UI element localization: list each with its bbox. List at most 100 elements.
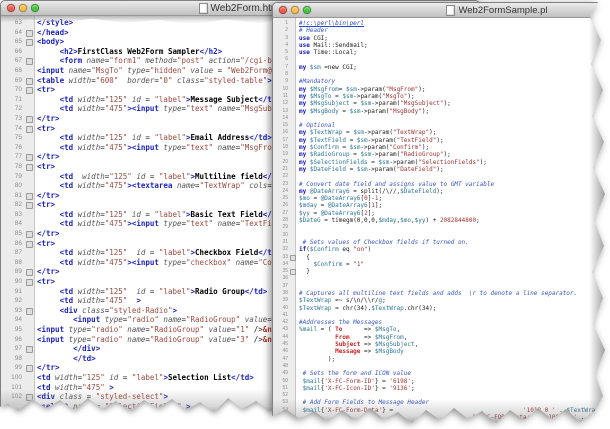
code-line[interactable]: 53 # Add Form Fields to Message Header (273, 399, 610, 406)
code-line[interactable]: 43%mail = ( To => $MsgTo, (273, 326, 610, 333)
minimize-button[interactable] (19, 4, 27, 12)
code-line[interactable]: 17my $TextField = $sm->param("TextField"… (273, 137, 610, 144)
code-line[interactable]: 15# Optional (273, 122, 610, 129)
code-line[interactable]: 44 From => $MsgFrom, (273, 334, 610, 341)
fold-marker-icon[interactable] (290, 268, 296, 275)
line-number: 13 (273, 108, 290, 115)
code-line[interactable]: 10my $MsgFrom= $sm->param("MsgFrom"); (273, 86, 610, 93)
code-line[interactable]: 45 Subject => $MsgSubject, (273, 341, 610, 348)
line-number: 66 (1, 47, 24, 57)
code-line[interactable]: 42#Addresses the Messages (273, 319, 610, 326)
code-line[interactable]: 21my $DateField = $sm->param("DateField"… (273, 166, 610, 173)
line-number: 81 (1, 191, 24, 201)
code-line[interactable]: 8 (273, 71, 610, 78)
fold-marker-icon[interactable] (24, 306, 34, 316)
code-line[interactable]: 46 Message => $MsgBody (273, 348, 610, 355)
fold-marker-icon[interactable] (24, 363, 34, 373)
fold-marker-icon[interactable] (24, 76, 34, 86)
code-line[interactable]: 27$yy = @DateArray6[2]; (273, 210, 610, 217)
minimize-button[interactable] (291, 6, 299, 14)
fold-spacer (290, 399, 296, 406)
right-code-editor[interactable]: 1#!c:\perl\bin\perl2# Header3use CGI;4us… (273, 17, 610, 428)
fold-marker-icon[interactable] (24, 85, 34, 95)
fold-marker-icon[interactable] (24, 344, 34, 354)
right-titlebar[interactable]: Web2FormSample.pl (273, 3, 610, 18)
close-button[interactable] (279, 6, 287, 14)
code-line[interactable]: 30 (273, 232, 610, 239)
code-line[interactable]: 13my $MsgBody = $sm->param("MsgBody"); (273, 108, 610, 115)
code-line[interactable]: 33 { (273, 254, 610, 261)
code-line[interactable]: 32if($Confirm eq "on") (273, 246, 610, 253)
code-line[interactable]: 23# Convert date field and assigns value… (273, 181, 610, 188)
code-line[interactable]: 48 (273, 363, 610, 370)
code-line[interactable]: 20my $SelectionFields = $sm->param("Sele… (273, 159, 610, 166)
code-line[interactable]: 25$mo = @DateArray6[0]-1; (273, 195, 610, 202)
code-line[interactable]: 39$TextWrap =~ s/\n/\\r/g; (273, 297, 610, 304)
fold-marker-icon[interactable] (24, 239, 34, 249)
code-text: <tr> (37, 162, 55, 172)
code-line[interactable]: 51 $mail{'X-FC-Icon-ID'} = '9136'; (273, 385, 610, 392)
code-line[interactable]: 54 $mail{'X-FC-Form-Data'} = '1012 0 ' .… (273, 407, 610, 414)
zoom-button[interactable] (303, 6, 311, 14)
code-line[interactable]: 14 (273, 115, 610, 122)
fold-marker-icon[interactable] (24, 200, 34, 210)
code-line[interactable]: 1#!c:\perl\bin\perl (273, 20, 610, 27)
code-line[interactable]: 35 } (273, 268, 610, 275)
code-line[interactable]: 37 (273, 283, 610, 290)
code-line[interactable]: 29 (273, 224, 610, 231)
fold-spacer (290, 108, 296, 115)
close-button[interactable] (7, 4, 15, 12)
fold-marker-icon[interactable] (290, 254, 296, 261)
line-number: 97 (1, 344, 24, 354)
fold-marker-icon[interactable] (24, 152, 34, 162)
fold-marker-icon[interactable] (24, 28, 34, 38)
line-number: 28 (273, 217, 290, 224)
line-number: 91 (1, 287, 24, 297)
code-line[interactable]: 26$mday = @DateArray6[1]; (273, 202, 610, 209)
code-line[interactable]: 18my $Confirm = $sm->param("Confirm"); (273, 144, 610, 151)
code-line[interactable]: 34 $Confirm = "1" (273, 261, 610, 268)
fold-spacer (290, 363, 296, 370)
code-line[interactable]: 24my @DateArray6 = split(/\//,$DateField… (273, 188, 610, 195)
code-line[interactable]: 16my $TextWrap = $sm->param("TextWrap"); (273, 129, 610, 136)
fold-marker-icon[interactable] (24, 267, 34, 277)
fold-marker-icon[interactable] (24, 56, 34, 66)
code-line[interactable]: 31 # Sets values of Checkbox fields if t… (273, 239, 610, 246)
code-line[interactable]: 11my $MsgTo = $sm->param("MsgTo"); (273, 93, 610, 100)
code-line[interactable]: 50 $mail{'X-FC-Form-ID'} = '6198'; (273, 378, 610, 385)
line-number: 83 (1, 210, 24, 220)
code-text: my @DateArray6 = split(/\//,$DateField); (299, 188, 444, 195)
code-line[interactable]: 6 (273, 56, 610, 63)
code-text: use Time::Local; (299, 49, 357, 56)
code-line[interactable]: 38# Captures all multiline text fields a… (273, 290, 610, 297)
code-line[interactable]: 4use Mail::Sendmail; (273, 42, 610, 49)
fold-marker-icon[interactable] (24, 162, 34, 172)
fold-spacer (24, 287, 34, 297)
code-line[interactable]: 47 ); (273, 356, 610, 363)
code-line[interactable]: 28$DateG = timegm(0,0,0,$mday,$mo,$yy) +… (273, 217, 610, 224)
code-line[interactable]: 12my $MsgSubject = $sm->param("MsgSubjec… (273, 100, 610, 107)
code-line[interactable]: 52 (273, 392, 610, 399)
code-line[interactable]: 22 (273, 173, 610, 180)
code-line[interactable]: 41 (273, 312, 610, 319)
code-line[interactable]: 7my $sm =new CGI; (273, 64, 610, 71)
fold-marker-icon[interactable] (24, 114, 34, 124)
code-line[interactable]: 55 ."\n" "X-FC-FORM-Data:" '1002 0 ' . $… (273, 414, 610, 421)
code-line[interactable]: 3use CGI; (273, 35, 610, 42)
line-number: 12 (273, 100, 290, 107)
code-line[interactable]: 19my $RadioGroup = $sm->param("RadioGrou… (273, 151, 610, 158)
fold-marker-icon[interactable] (24, 392, 34, 402)
fold-marker-icon[interactable] (24, 229, 34, 239)
code-line[interactable]: 49 # Sets the form and ICON value (273, 370, 610, 377)
code-line[interactable]: 2# Header (273, 27, 610, 34)
code-line[interactable]: 36 (273, 275, 610, 282)
fold-marker-icon[interactable] (24, 191, 34, 201)
zoom-button[interactable] (31, 4, 39, 12)
fold-marker-icon[interactable] (24, 37, 34, 47)
code-line[interactable]: 40$TextWrap = chr(34).$TextWrap.chr(34); (273, 305, 610, 312)
fold-spacer (290, 385, 296, 392)
code-line[interactable]: 5use Time::Local; (273, 49, 610, 56)
fold-marker-icon[interactable] (24, 124, 34, 134)
code-line[interactable]: 9#Mandatory (273, 78, 610, 85)
fold-marker-icon[interactable] (24, 277, 34, 287)
